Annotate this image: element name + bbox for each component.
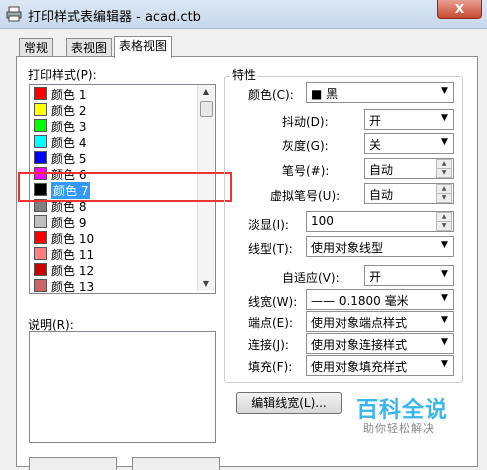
color-swatch <box>34 119 47 132</box>
title-bar: 打印样式表编辑器 - acad.ctb X <box>0 0 487 29</box>
window-title: 打印样式表编辑器 - acad.ctb <box>28 10 201 25</box>
fillstyle-label: 填充(F): <box>248 360 293 374</box>
tab-table-view[interactable]: 表视图 <box>66 38 113 57</box>
dither-label: 抖动(D): <box>282 115 329 129</box>
list-item[interactable]: 颜色 5 <box>30 149 198 166</box>
color-swatch <box>34 135 47 148</box>
tab-form-view[interactable]: 表格视图 <box>114 36 173 58</box>
tab-general[interactable]: 常规 <box>19 38 54 57</box>
chevron-down-icon: ▼ <box>441 269 448 279</box>
color-label: 颜色(C): <box>248 88 294 102</box>
annotation-highlight <box>18 172 232 202</box>
list-item[interactable]: 颜色 9 <box>30 213 198 230</box>
plot-styles-label: 打印样式(P): <box>28 68 97 82</box>
color-swatch <box>34 103 47 116</box>
list-item[interactable]: 颜色 10 <box>30 229 198 246</box>
list-item[interactable]: 颜色 4 <box>30 133 198 150</box>
color-swatch <box>34 231 47 244</box>
linetype-select[interactable]: 使用对象线型 ▼ <box>306 236 454 257</box>
screening-label: 淡显(I): <box>248 218 289 232</box>
screening-spinner[interactable]: 100 ▲ ▼ <box>306 211 454 232</box>
joinstyle-select[interactable]: 使用对象连接样式 ▼ <box>306 333 454 354</box>
lineweight-label: 线宽(W): <box>248 295 298 309</box>
color-swatch <box>34 247 47 260</box>
color-swatch <box>34 87 47 100</box>
list-item[interactable]: 颜色 12 <box>30 261 198 278</box>
list-item[interactable]: 颜色 11 <box>30 245 198 262</box>
linetype-label: 线型(T): <box>248 242 293 256</box>
chevron-down-icon: ▼ <box>441 315 448 325</box>
grayscale-label: 灰度(G): <box>282 139 329 153</box>
chevron-down-icon: ▼ <box>441 337 448 347</box>
spin-down-icon[interactable]: ▼ <box>436 221 452 231</box>
color-swatch <box>34 151 47 164</box>
chevron-down-icon: ▼ <box>441 293 448 303</box>
grayscale-select[interactable]: 关 ▼ <box>364 133 454 154</box>
virtual-pen-label: 虚拟笔号(U): <box>270 189 341 203</box>
edit-lineweights-button[interactable]: 编辑线宽(L)... <box>236 392 342 414</box>
adaptive-label: 自适应(V): <box>282 271 340 285</box>
chevron-down-icon: ▼ <box>441 240 448 250</box>
endstyle-label: 端点(E): <box>248 316 293 330</box>
list-item[interactable]: 颜色 3 <box>30 117 198 134</box>
color-swatch <box>34 279 47 292</box>
pen-spinner[interactable]: 自动 ▲ ▼ <box>364 158 454 179</box>
color-swatch <box>34 263 47 276</box>
watermark-tagline: 助你轻松解决 <box>363 422 435 435</box>
scroll-thumb[interactable] <box>200 101 213 117</box>
fillstyle-select[interactable]: 使用对象填充样式 ▼ <box>306 355 454 376</box>
spin-down-icon[interactable]: ▼ <box>436 168 452 178</box>
virtual-pen-spinner[interactable]: 自动 ▲ ▼ <box>364 183 454 204</box>
chevron-down-icon: ▼ <box>441 113 448 123</box>
adaptive-select[interactable]: 开 ▼ <box>364 265 454 286</box>
chevron-down-icon: ▼ <box>441 137 448 147</box>
description-field[interactable] <box>29 331 216 443</box>
spin-down-icon[interactable]: ▼ <box>436 193 452 203</box>
lineweight-select[interactable]: —— 0.1800 毫米 ▼ <box>306 289 454 310</box>
properties-title: 特性 <box>230 66 259 83</box>
scroll-up-icon[interactable]: ▲ <box>198 85 214 99</box>
add-style-button[interactable] <box>29 457 117 470</box>
joinstyle-label: 连接(J): <box>248 338 289 352</box>
close-button[interactable]: X <box>437 0 482 19</box>
pen-label: 笔号(#): <box>282 164 330 178</box>
list-item[interactable]: 颜色 2 <box>30 101 198 118</box>
delete-style-button[interactable] <box>132 457 220 470</box>
list-item[interactable]: 颜色 13 <box>30 277 198 293</box>
color-swatch <box>34 215 47 228</box>
endstyle-select[interactable]: 使用对象端点样式 ▼ <box>306 311 454 332</box>
chevron-down-icon: ▼ <box>441 359 448 369</box>
color-select[interactable]: ■ 黑 ▼ <box>306 82 454 103</box>
list-item[interactable]: 颜色 1 <box>30 85 198 102</box>
printer-icon <box>6 6 22 22</box>
dither-select[interactable]: 开 ▼ <box>364 109 454 130</box>
chevron-down-icon: ▼ <box>441 86 448 96</box>
scroll-down-icon[interactable]: ▼ <box>198 277 214 291</box>
